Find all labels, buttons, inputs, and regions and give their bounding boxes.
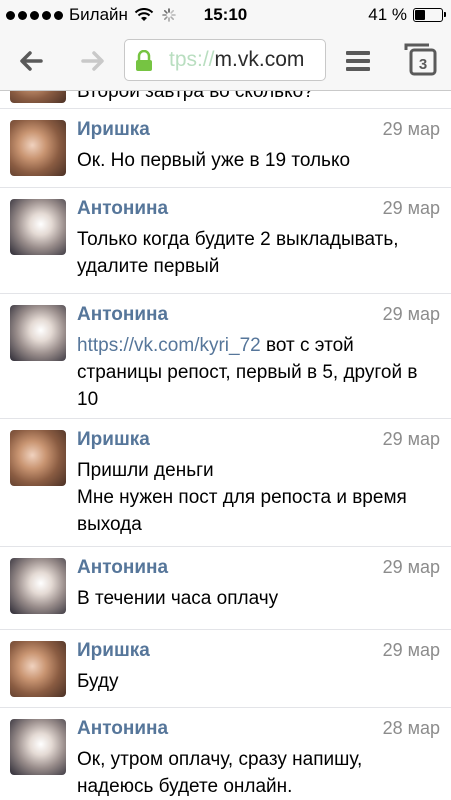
message-date: 28 мар <box>382 718 440 738</box>
message-text: Ок. Но первый уже в 19 только <box>77 150 351 171</box>
message-line: Мне нужен пост для репоста и время выход… <box>77 487 407 535</box>
message-text: Второй завтра во сколько? <box>77 91 314 102</box>
battery-icon <box>413 8 446 22</box>
browser-toolbar: tps://m.vk.com 3 <box>0 32 451 91</box>
address-bar[interactable]: tps://m.vk.com <box>124 39 326 81</box>
message-text: https://vk.com/kyri_72 вот с этой страни… <box>77 332 443 413</box>
author-name[interactable]: Антонина <box>77 718 168 740</box>
message-date: 29 мар <box>382 119 440 139</box>
avatar[interactable] <box>10 199 66 255</box>
battery-percent: 41 % <box>368 5 407 24</box>
avatar[interactable] <box>10 558 66 614</box>
message-text: Ок, утром оплачу, сразу напишу, надеюсь … <box>77 749 363 797</box>
url-scheme: tps:// <box>169 48 215 71</box>
message-text: Пришли деньги Мне нужен пост для репоста … <box>77 457 443 538</box>
message-text: В течении часа оплачу <box>77 588 279 609</box>
author-name[interactable]: Антонина <box>77 304 168 326</box>
list-item[interactable]: Иришка 29 мар Буду <box>0 630 451 708</box>
message-text: Только когда будите 2 выкладывать, удали… <box>77 229 399 277</box>
avatar[interactable] <box>10 641 66 697</box>
back-arrow-icon[interactable] <box>16 46 46 76</box>
list-item[interactable]: Иришка 29 мар Пришли деньги Мне нужен пос… <box>0 419 451 547</box>
message-date: 29 мар <box>382 304 440 324</box>
message-date: 29 мар <box>382 429 440 449</box>
forward-arrow-icon[interactable] <box>78 46 108 76</box>
author-name[interactable]: Антонина <box>77 198 168 220</box>
lock-icon <box>136 50 152 71</box>
avatar[interactable] <box>10 305 66 361</box>
author-name[interactable]: Антонина <box>77 557 168 579</box>
author-name[interactable]: Иришка <box>77 640 150 662</box>
message-line: Пришли деньги <box>77 460 214 481</box>
avatar[interactable] <box>10 120 66 176</box>
message-date: 29 мар <box>382 198 440 218</box>
tabs-count: 3 <box>419 56 427 73</box>
status-bar: Билайн 15:10 41 % <box>0 0 451 32</box>
message-link[interactable]: https://vk.com/kyri_72 <box>77 335 261 356</box>
url-host: m.vk.com <box>214 48 305 71</box>
message-date: 29 мар <box>382 557 440 577</box>
author-name[interactable]: Иришка <box>77 429 150 451</box>
avatar[interactable] <box>10 719 66 775</box>
url-text: tps://m.vk.com <box>169 48 304 72</box>
list-item[interactable]: Антонина 29 мар В течении часа оплачу <box>0 547 451 630</box>
menu-icon[interactable] <box>346 50 370 72</box>
list-item[interactable]: Антонина 28 мар Ок, утром оплачу, сразу … <box>0 708 451 800</box>
list-item[interactable]: Антонина 29 мар Только когда будите 2 вы… <box>0 188 451 294</box>
list-item[interactable]: Иришка 29 мар Ок. Но первый уже в 19 тол… <box>0 109 451 188</box>
author-name[interactable]: Иришка <box>77 119 150 141</box>
avatar[interactable] <box>10 91 66 103</box>
message-date: 29 мар <box>382 640 440 660</box>
tabs-icon[interactable]: 3 <box>403 42 437 76</box>
message-text: Буду <box>77 671 119 692</box>
avatar[interactable] <box>10 430 66 486</box>
list-item[interactable]: Антонина 29 мар https://vk.com/kyri_72 в… <box>0 294 451 419</box>
message-list[interactable]: Второй завтра во сколько? Иришка 29 мар … <box>0 91 451 800</box>
list-item[interactable]: Второй завтра во сколько? <box>0 91 451 109</box>
